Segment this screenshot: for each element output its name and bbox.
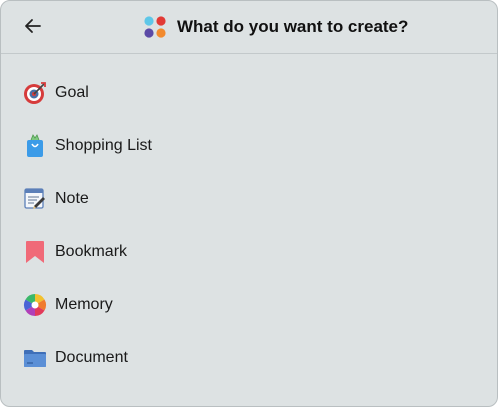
option-label: Note xyxy=(55,190,89,207)
target-dart-icon xyxy=(24,82,46,104)
note-pencil-icon xyxy=(24,188,45,209)
dialog-header: What do you want to create? xyxy=(1,1,497,54)
option-note[interactable]: Note xyxy=(23,181,475,217)
colored-dots-icon xyxy=(144,16,166,38)
back-button[interactable] xyxy=(21,14,45,38)
bookmark-icon xyxy=(26,241,44,263)
dialog-title: What do you want to create? xyxy=(177,17,409,36)
option-document[interactable]: Document xyxy=(23,340,475,376)
folder-icon xyxy=(24,350,46,367)
option-label: Document xyxy=(55,349,128,366)
shopping-bag-icon xyxy=(27,134,43,157)
option-goal[interactable]: Goal xyxy=(23,75,475,111)
arrow-left-icon xyxy=(25,19,41,33)
color-wheel-icon xyxy=(24,294,46,316)
option-memory[interactable]: Memory xyxy=(23,287,475,323)
option-label: Memory xyxy=(55,296,113,313)
option-bookmark[interactable]: Bookmark xyxy=(23,234,475,270)
create-dialog: What do you want to create? Goal Shoppin… xyxy=(0,0,498,407)
dialog-title-group: What do you want to create? xyxy=(143,13,408,41)
option-label: Shopping List xyxy=(55,137,152,154)
option-shopping-list[interactable]: Shopping List xyxy=(23,128,475,164)
option-label: Bookmark xyxy=(55,243,128,260)
option-label: Goal xyxy=(55,84,89,101)
